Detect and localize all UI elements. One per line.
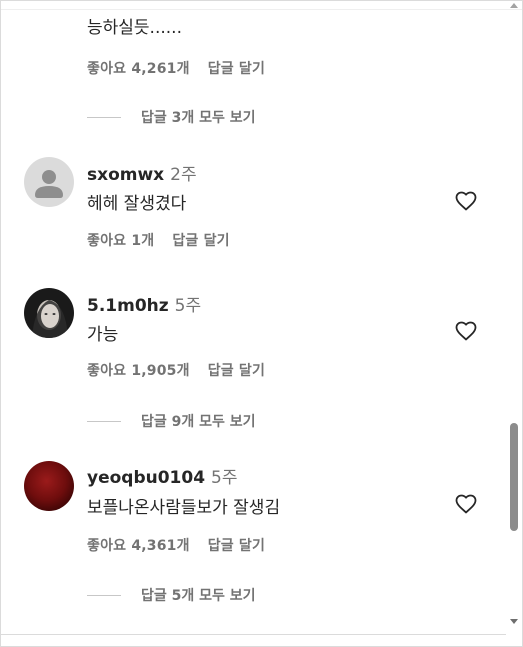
view-replies-button[interactable]: 답글 9개 모두 보기 — [87, 411, 256, 431]
like-count[interactable]: 좋아요 4,261개 — [87, 61, 190, 77]
comment-text: 보플나온사람들보가 잘생김 — [87, 498, 281, 518]
profile-photo — [24, 288, 74, 338]
username-text[interactable]: 5.1m0hz — [87, 296, 169, 316]
comment-age: 5주 — [174, 296, 202, 316]
like-heart-icon[interactable] — [453, 189, 479, 213]
default-avatar-icon — [24, 157, 74, 207]
username-text[interactable]: yeoqbu0104 — [87, 468, 205, 488]
comment-meta: 좋아요 1,905개 답글 달기 — [87, 360, 265, 380]
comment-meta: 좋아요 1개 답글 달기 — [87, 230, 230, 250]
comment-username[interactable]: yeoqbu0104 5주 — [87, 463, 238, 488]
view-replies-label: 답글 9개 모두 보기 — [141, 414, 256, 430]
comment-age: 5주 — [211, 468, 238, 488]
like-count[interactable]: 좋아요 1개 — [87, 233, 154, 249]
like-heart-icon[interactable] — [453, 319, 479, 343]
view-replies-button[interactable]: 답글 5개 모두 보기 — [87, 585, 256, 605]
like-heart-icon[interactable] — [453, 492, 479, 516]
reply-button[interactable]: 답글 달기 — [208, 363, 265, 379]
comment-text: 헤헤 잘생겼다 — [87, 194, 187, 214]
avatar[interactable] — [24, 157, 74, 207]
like-count[interactable]: 좋아요 1,905개 — [87, 363, 190, 379]
reply-button[interactable]: 답글 달기 — [208, 538, 265, 554]
comment-text: 가능 — [87, 325, 119, 345]
replies-divider — [87, 420, 121, 422]
view-replies-button[interactable]: 답글 3개 모두 보기 — [87, 107, 256, 127]
scrollbar-thumb[interactable] — [510, 423, 518, 531]
comment-age: 2주 — [170, 165, 197, 185]
username-text[interactable]: sxomwx — [87, 165, 164, 185]
replies-divider — [87, 116, 121, 118]
view-replies-label: 답글 3개 모두 보기 — [141, 110, 256, 126]
comments-panel: 능하실듯...... 좋아요 4,261개 답글 달기 답글 3개 모두 보기 s… — [0, 0, 523, 647]
scroll-down-arrow-icon[interactable] — [510, 619, 518, 624]
reply-button[interactable]: 답글 달기 — [172, 233, 229, 249]
view-replies-label: 답글 5개 모두 보기 — [141, 588, 256, 604]
top-divider — [1, 9, 522, 10]
comment-meta: 좋아요 4,361개 답글 달기 — [87, 535, 265, 555]
scrollbar[interactable] — [507, 1, 521, 646]
avatar[interactable] — [24, 461, 74, 511]
reply-button[interactable]: 답글 달기 — [208, 61, 265, 77]
red-profile-photo — [24, 461, 74, 511]
scroll-up-arrow-icon[interactable] — [510, 3, 518, 8]
replies-divider — [87, 594, 121, 596]
comment-meta-partial: 좋아요 4,261개 답글 달기 — [87, 58, 265, 78]
comment-text-partial: 능하실듯...... — [87, 18, 182, 38]
comment-username[interactable]: sxomwx 2주 — [87, 160, 197, 185]
like-count[interactable]: 좋아요 4,361개 — [87, 538, 190, 554]
avatar[interactable] — [24, 288, 74, 338]
bottom-divider — [1, 634, 506, 635]
comment-username[interactable]: 5.1m0hz 5주 — [87, 291, 201, 316]
